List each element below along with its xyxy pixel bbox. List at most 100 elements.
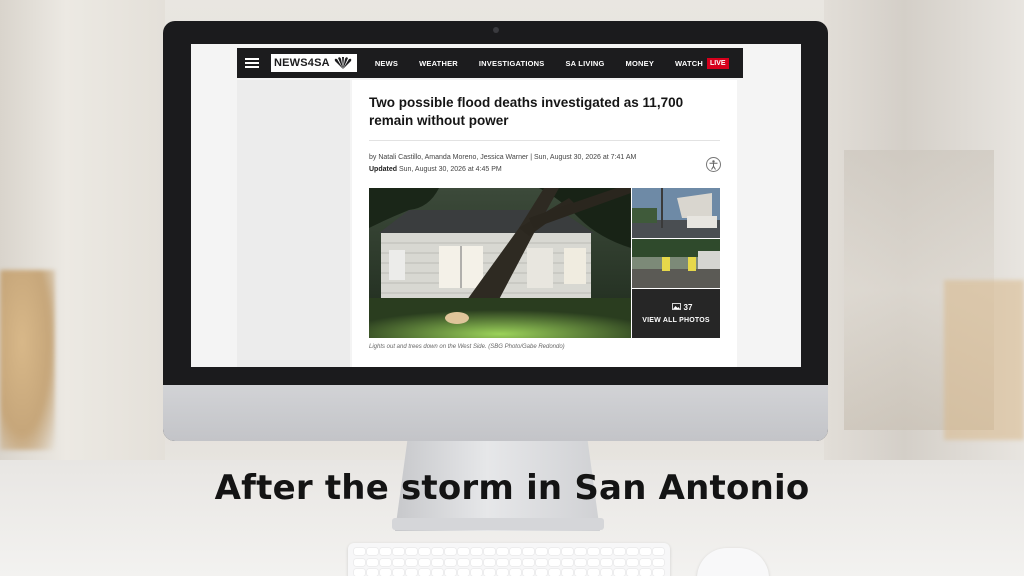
keyboard-key	[510, 569, 521, 576]
video-title-overlay: After the storm in San Antonio	[214, 468, 810, 508]
keyboard-key	[406, 548, 417, 555]
keyboard-key	[614, 548, 625, 555]
keyboard-key	[484, 548, 495, 555]
nav-item-weather[interactable]: WEATHER	[419, 59, 458, 68]
nav-item-money[interactable]: MONEY	[626, 59, 655, 68]
keyboard-key	[380, 569, 391, 576]
main-photo-fallen-tree[interactable]	[369, 188, 631, 338]
live-badge[interactable]: LIVE	[706, 57, 729, 69]
keyboard-key	[653, 558, 664, 566]
keyboard-key	[562, 548, 573, 555]
keyboard-key	[614, 558, 625, 566]
keyboard-key	[393, 548, 404, 555]
keyboard-key	[497, 548, 508, 555]
keyboard-key	[562, 569, 573, 576]
background-plant	[0, 270, 55, 450]
divider	[369, 140, 720, 141]
updated-time: Sun, August 30, 2026 at 4:45 PM	[398, 166, 502, 173]
image-icon	[671, 303, 681, 312]
keyboard-key	[627, 558, 638, 566]
keyboard-key	[601, 558, 612, 566]
view-all-photos-button[interactable]: 37 VIEW ALL PHOTOS	[632, 289, 720, 338]
keyboard-key	[458, 569, 469, 576]
keyboard-key	[367, 558, 378, 566]
left-rail	[237, 80, 350, 367]
keyboard-key	[575, 548, 586, 555]
keyboard-key	[380, 558, 391, 566]
keyboard-key	[393, 558, 404, 566]
monitor-stand-base	[392, 518, 604, 530]
keyboard-key	[419, 558, 430, 566]
article-byline: by Natali Castillo, Amanda Moreno, Jessi…	[369, 154, 637, 161]
keyboard-key	[497, 558, 508, 566]
keyboard-key	[471, 548, 482, 555]
keyboard-key	[419, 548, 430, 555]
keyboard-key	[406, 558, 417, 566]
keyboard	[348, 543, 670, 576]
keyboard-key	[653, 548, 664, 555]
keyboard-key	[588, 548, 599, 555]
keyboard-key	[536, 569, 547, 576]
updated-label: Updated	[369, 166, 397, 173]
keyboard-key	[458, 548, 469, 555]
photo-count: 37	[671, 303, 693, 312]
keyboard-key	[588, 558, 599, 566]
article-headline: Two possible flood deaths investigated a…	[369, 95, 684, 128]
thumbnail-utility-crew[interactable]	[632, 188, 720, 238]
keyboard-key	[445, 548, 456, 555]
site-logo[interactable]: NEWS4SA	[271, 54, 357, 72]
keyboard-key	[471, 569, 482, 576]
keyboard-key	[445, 558, 456, 566]
article-updated: Updated Sun, August 30, 2026 at 4:45 PM	[369, 166, 502, 173]
keyboard-key	[458, 558, 469, 566]
keyboard-key	[354, 569, 365, 576]
nav-item-watch[interactable]: WATCH	[675, 59, 703, 68]
keyboard-key	[640, 569, 651, 576]
keyboard-key	[575, 558, 586, 566]
keyboard-key	[419, 569, 430, 576]
background-box	[944, 280, 1024, 440]
accessibility-icon[interactable]	[706, 157, 721, 172]
keyboard-key	[484, 569, 495, 576]
keyboard-key	[640, 548, 651, 555]
keyboard-key	[445, 569, 456, 576]
keyboard-key	[562, 558, 573, 566]
nav-menu: NEWS WEATHER INVESTIGATIONS SA LIVING MO…	[375, 57, 729, 69]
keyboard-key	[393, 569, 404, 576]
keyboard-key	[432, 558, 443, 566]
keyboard-key	[523, 569, 534, 576]
keyboard-key	[471, 558, 482, 566]
keyboard-key	[432, 548, 443, 555]
monitor-chin	[163, 385, 828, 441]
nav-item-sa-living[interactable]: SA LIVING	[565, 59, 604, 68]
keyboard-key	[549, 558, 560, 566]
keyboard-key	[367, 548, 378, 555]
hamburger-icon[interactable]	[245, 58, 259, 68]
keyboard-key	[406, 569, 417, 576]
browser-screen: NEWS4SA NEWS WEATHER INVESTIGATIONS SA L…	[191, 44, 801, 367]
keyboard-key	[523, 558, 534, 566]
photo-count-value: 37	[683, 303, 693, 312]
keyboard-key	[601, 569, 612, 576]
thumbnail-workers[interactable]	[632, 239, 720, 288]
nav-item-investigations[interactable]: INVESTIGATIONS	[479, 59, 545, 68]
keyboard-key	[653, 569, 664, 576]
keyboard-key	[536, 558, 547, 566]
keyboard-key	[640, 558, 651, 566]
keyboard-key	[549, 569, 560, 576]
keyboard-key	[614, 569, 625, 576]
keyboard-key	[354, 548, 365, 555]
keyboard-key	[575, 569, 586, 576]
site-navbar: NEWS4SA NEWS WEATHER INVESTIGATIONS SA L…	[237, 48, 743, 78]
keyboard-key	[367, 569, 378, 576]
keyboard-key	[497, 569, 508, 576]
nav-item-news[interactable]: NEWS	[375, 59, 398, 68]
keyboard-key	[354, 558, 365, 566]
keyboard-key	[484, 558, 495, 566]
keyboard-key	[536, 548, 547, 555]
peacock-icon	[333, 57, 353, 69]
keyboard-key	[380, 548, 391, 555]
keyboard-key	[510, 558, 521, 566]
logo-text: NEWS4SA	[274, 57, 330, 69]
keyboard-key	[549, 548, 560, 555]
